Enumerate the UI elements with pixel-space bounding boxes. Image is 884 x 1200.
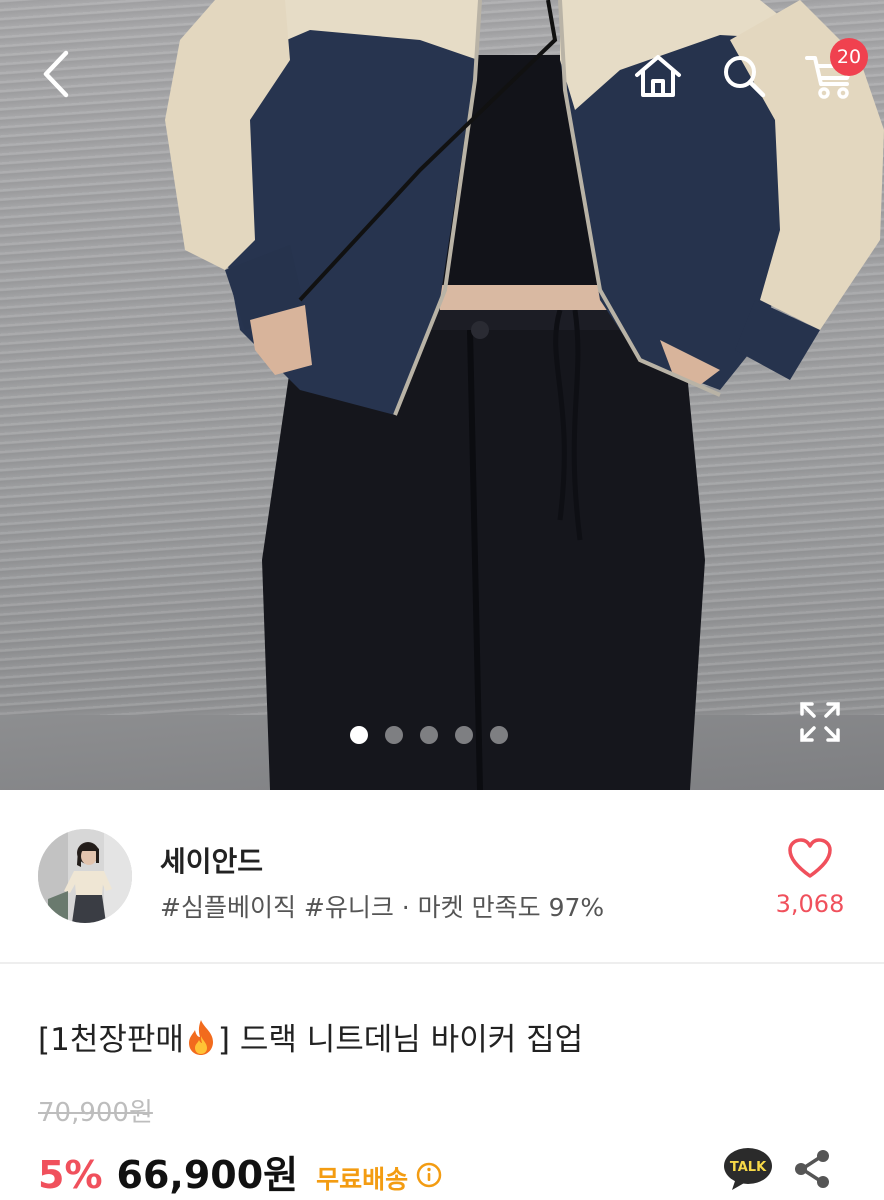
gallery-dot[interactable]: [350, 726, 368, 744]
free-shipping-label: 무료배송: [316, 1165, 409, 1194]
info-icon[interactable]: [416, 1162, 442, 1188]
price-row: 5% 66,900원 무료배송: [38, 1144, 442, 1197]
shop-info: 세이안드 #심플베이직 #유니크 · 마켓 만족도 97% 3,068: [0, 790, 884, 962]
like-button[interactable]: [786, 836, 834, 880]
shop-tags: #심플베이직 #유니크 · 마켓 만족도 97%: [160, 893, 605, 922]
product-image-gallery[interactable]: 20: [0, 0, 884, 790]
gallery-dot[interactable]: [455, 726, 473, 744]
gallery-dot[interactable]: [490, 726, 508, 744]
talk-icon: TALK: [724, 1148, 772, 1190]
product-title-suffix: ] 드랙 니트데님 바이커 집업: [217, 1022, 584, 1058]
chevron-left-icon: [43, 50, 69, 98]
expand-button[interactable]: [798, 700, 842, 744]
gallery-dot[interactable]: [385, 726, 403, 744]
search-button[interactable]: [716, 48, 772, 104]
heart-icon: [788, 838, 832, 878]
product-title-prefix: [1천장판매: [38, 1022, 184, 1058]
discount-rate: 5%: [38, 1153, 103, 1197]
kakao-talk-button[interactable]: TALK: [722, 1146, 774, 1192]
home-icon: [635, 55, 681, 97]
original-price: 70,900원: [38, 1098, 153, 1128]
share-button[interactable]: [792, 1148, 832, 1190]
expand-icon: [800, 702, 840, 742]
search-icon: [724, 56, 766, 98]
talk-label: TALK: [730, 1160, 767, 1175]
section-divider: [0, 962, 884, 964]
share-icon: [795, 1150, 829, 1188]
product-photo: [165, 0, 884, 790]
cart-count-badge: 20: [830, 38, 868, 76]
back-button[interactable]: [28, 46, 84, 102]
like-count: 3,068: [775, 890, 845, 918]
home-button[interactable]: [628, 48, 688, 104]
gallery-dot[interactable]: [420, 726, 438, 744]
fire-icon: [188, 1020, 213, 1055]
shop-avatar[interactable]: [38, 829, 132, 923]
sale-price: 66,900원: [116, 1153, 299, 1197]
shop-name[interactable]: 세이안드: [160, 840, 263, 880]
avatar-image: [38, 829, 132, 923]
product-title: [1천장판매 ] 드랙 니트데님 바이커 집업: [38, 1014, 583, 1059]
gallery-pagination[interactable]: [350, 726, 508, 744]
